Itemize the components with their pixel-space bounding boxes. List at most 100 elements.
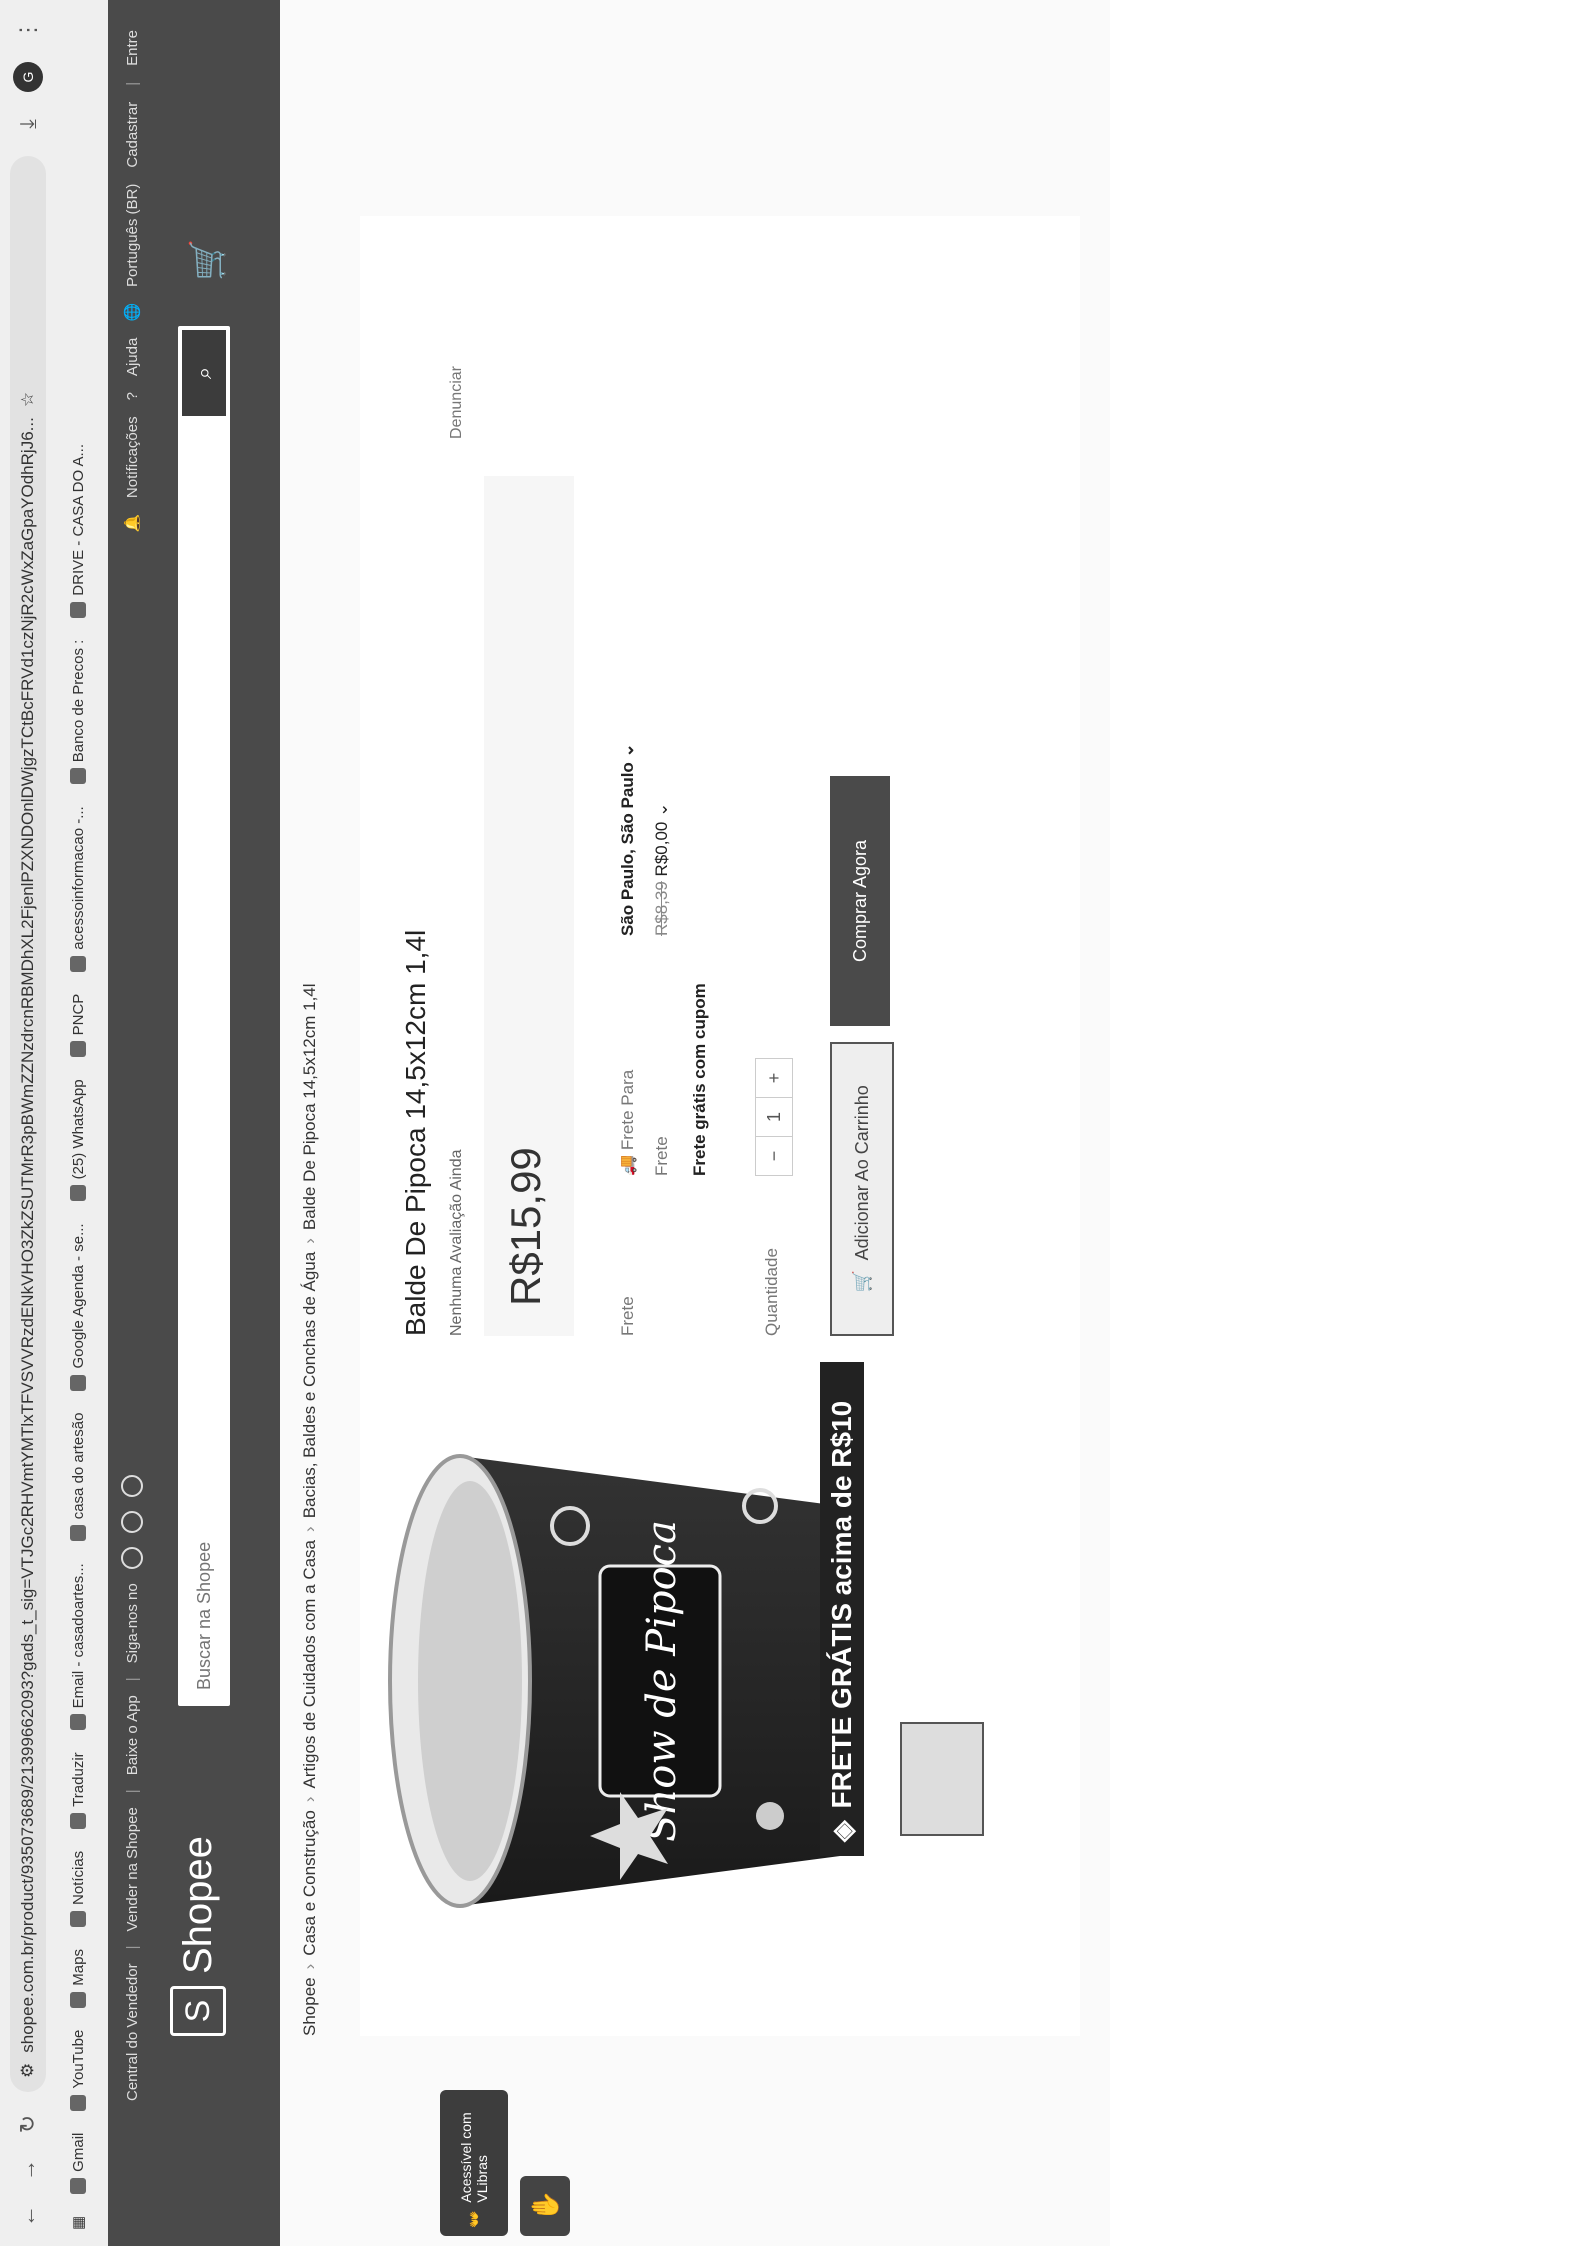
shipping-label: Frete	[618, 1296, 637, 1336]
search-bar: ⌕	[178, 326, 230, 1706]
news-icon	[70, 1911, 86, 1927]
vlibras-icon: 👐	[465, 2210, 482, 2228]
breadcrumb: Shopee › Casa e Construção › Artigos de Cu…	[300, 983, 320, 2036]
breadcrumb-item[interactable]: Shopee	[300, 1977, 320, 2036]
add-to-cart-button[interactable]: 🛒 Adicionar Ao Carrinho	[830, 1042, 894, 1336]
free-shipping-text: FRETE GRÁTIS acima de R$10	[826, 1400, 857, 1809]
reload-icon[interactable]: ↻	[14, 2110, 42, 2138]
bucket-logo-text: Show de Pipoca	[639, 1520, 685, 1842]
logo-text: Shopee	[175, 1836, 220, 1974]
freight-value[interactable]: R$8,39 R$0,00 ⌄	[652, 803, 672, 936]
buy-now-button[interactable]: Comprar Agora	[830, 776, 890, 1026]
menu-icon[interactable]: ⋮	[14, 16, 42, 44]
star-icon[interactable]: ☆	[18, 392, 38, 407]
page-viewport: ← → ↻ ⚙ shopee.com.br/product/935073689/…	[0, 0, 1110, 2246]
browser-nav-row: ← → ↻ ⚙ shopee.com.br/product/935073689/…	[6, 16, 50, 2230]
vlibras-widget[interactable]: 👐 Acessível com VLibras	[440, 2090, 508, 2236]
search-button[interactable]: ⌕	[182, 330, 226, 416]
forward-icon[interactable]: →	[14, 2156, 42, 2184]
truck-icon: ◈	[826, 1820, 858, 1842]
shopee-header: Central do Vendedor | Vender na Shopee | B…	[108, 0, 280, 2246]
bookmarks-bar: ▦ Gmail YouTube Maps Notícias Traduzir E…	[58, 16, 98, 2230]
building-icon	[70, 955, 86, 972]
outlook-icon	[70, 1714, 86, 1731]
browser-chrome: ← → ↻ ⚙ shopee.com.br/product/935073689/…	[0, 0, 109, 2246]
signup-link[interactable]: Cadastrar	[124, 102, 141, 168]
notifications-link[interactable]: Notificações	[124, 416, 141, 498]
price-box: R$15,99	[484, 476, 574, 1336]
bell-icon[interactable]: 🔔	[123, 514, 141, 533]
apps-icon[interactable]: ▦	[69, 2216, 87, 2230]
vlibras-label: Acessível com VLibras	[458, 2112, 490, 2203]
translate-icon	[70, 1812, 86, 1829]
calendar-icon	[70, 1374, 86, 1391]
search-icon: ⌕	[191, 366, 216, 380]
top-links: Central do Vendedor | Vender na Shopee | B…	[116, 30, 148, 2101]
language-select[interactable]: Português (BR)	[124, 184, 141, 287]
bookmark[interactable]: Gmail	[70, 2133, 87, 2194]
breadcrumb-item[interactable]: Casa e Construção	[300, 1810, 320, 1956]
seller-center-link[interactable]: Central do Vendedor	[124, 1963, 141, 2101]
profile-avatar[interactable]: G	[13, 62, 43, 92]
bookmark[interactable]: Traduzir	[70, 1752, 87, 1829]
report-link[interactable]: Denunciar	[448, 366, 466, 439]
globe-icon	[70, 1041, 86, 1058]
url-text: shopee.com.br/product/935073689/21399662…	[18, 417, 37, 2053]
decrease-button[interactable]: −	[756, 1136, 792, 1175]
freight-label: Frete	[652, 1136, 671, 1176]
bookmark[interactable]: casa do artesão	[70, 1413, 87, 1542]
quantity-value[interactable]: 1	[756, 1097, 792, 1136]
product-card: Show de Pipoca ◈ FRETE GRÁTIS acima de R…	[360, 216, 1080, 2036]
follow-label: Siga-nos no	[123, 1583, 141, 1664]
shopee-logo[interactable]: S Shopee	[170, 1836, 226, 2036]
shopee-bag-icon: S	[170, 1986, 226, 2036]
bookmark[interactable]: PNCP	[70, 994, 87, 1058]
sell-link[interactable]: Vender na Shopee	[124, 1807, 141, 1931]
drive-icon	[70, 601, 86, 618]
help-link[interactable]: Ajuda	[124, 338, 141, 376]
rating-text: Nenhuma Avaliação Ainda	[448, 1149, 465, 1336]
cart-plus-icon: 🛒	[851, 1270, 872, 1293]
product-price: R$15,99	[502, 1147, 549, 1306]
download-icon[interactable]: ⤓	[14, 110, 42, 138]
quantity-stepper: − 1 +	[755, 1058, 793, 1176]
bookmark[interactable]: Maps	[70, 1949, 87, 2008]
accessibility-hand-icon[interactable]: ✋	[520, 2176, 570, 2236]
breadcrumb-item[interactable]: Bacias, Baldes e Conchas de Água	[300, 1252, 320, 1519]
cart-icon[interactable]: 🛒	[188, 239, 228, 281]
search-input[interactable]	[178, 416, 230, 1706]
address-bar[interactable]: ⚙ shopee.com.br/product/935073689/213996…	[10, 156, 46, 2092]
whatsapp-icon[interactable]	[121, 1511, 143, 1534]
price-icon	[70, 768, 86, 785]
bookmark[interactable]: acessoinformacao -...	[70, 806, 87, 972]
product-info: Balde De Pipoca 14,5x12cm 1,4l Nenhuma A…	[360, 236, 1060, 1336]
maps-icon	[70, 1991, 86, 2008]
tiktok-icon[interactable]	[121, 1475, 143, 1498]
product-title: Balde De Pipoca 14,5x12cm 1,4l	[400, 929, 431, 1336]
bookmark[interactable]: Notícias	[70, 1851, 87, 1927]
truck-icon: 🚚	[618, 1150, 637, 1176]
instagram-icon[interactable]	[121, 1547, 143, 1570]
site-info-icon[interactable]: ⚙	[18, 2063, 38, 2078]
increase-button[interactable]: +	[756, 1059, 792, 1097]
bookmark[interactable]: Email - casadoartes...	[70, 1563, 87, 1731]
globe-icon: 🌐	[124, 303, 141, 322]
youtube-icon	[70, 2094, 86, 2111]
breadcrumb-item[interactable]: Artigos de Cuidados com a Casa	[300, 1540, 320, 1789]
bookmark[interactable]: Banco de Precos :	[70, 640, 87, 785]
quantity-label: Quantidade	[762, 1248, 781, 1336]
free-coupon-text: Frete grátis com cupom	[690, 983, 709, 1176]
breadcrumb-current: Balde De Pipoca 14,5x12cm 1,4l	[300, 983, 319, 1231]
bookmark[interactable]: (25) WhatsApp	[70, 1079, 87, 1202]
bookmark[interactable]: DRIVE - CASA DO A...	[70, 444, 87, 618]
help-icon[interactable]: ?	[124, 392, 141, 400]
app-link[interactable]: Baixe o App	[124, 1695, 141, 1775]
product-thumbnail[interactable]	[900, 1722, 984, 1836]
bookmark[interactable]: Google Agenda - se...	[70, 1223, 87, 1391]
globe-icon	[70, 1525, 86, 1542]
bookmark[interactable]: YouTube	[70, 2030, 87, 2111]
back-icon[interactable]: ←	[14, 2202, 42, 2230]
product-image[interactable]: Show de Pipoca	[370, 1416, 870, 1946]
ship-to-select[interactable]: São Paulo, São Paulo ⌄	[618, 743, 638, 936]
login-link[interactable]: Entre	[124, 30, 141, 66]
